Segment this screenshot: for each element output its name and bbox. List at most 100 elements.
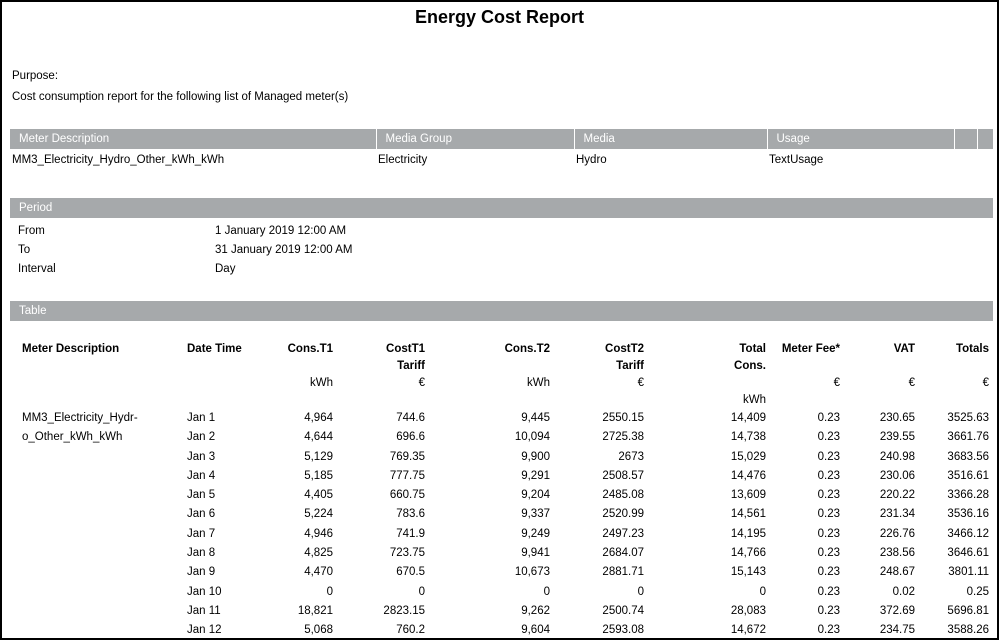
- column-header-cons_t2-unit: [429, 392, 554, 409]
- value-cell-cost_t1_tariff: 741.9: [337, 525, 429, 544]
- value-cell-totals: 3466.12: [919, 525, 993, 544]
- value-cell-totals: 5696.81: [919, 602, 993, 621]
- value-cell-cost_t1_tariff: 744.6: [337, 409, 429, 428]
- value-cell-cons_t2: 9,604: [429, 621, 554, 640]
- column-header-meter_description: [10, 358, 187, 375]
- column-header-total_cons-unit: kWh: [648, 392, 770, 409]
- column-header-cons_t1-unit: [257, 392, 337, 409]
- column-header-cost_t1_tariff-unit: [337, 392, 429, 409]
- date-cell: Jan 4: [187, 467, 257, 486]
- value-cell-totals: 3366.28: [919, 486, 993, 505]
- value-cell-totals: 3525.63: [919, 409, 993, 428]
- value-cell-cost_t1_tariff: 0: [337, 583, 429, 602]
- value-cell-meter_fee: 0.23: [770, 583, 844, 602]
- value-cell-total_cons: 14,409: [648, 409, 770, 428]
- report-page: Energy Cost Report Purpose: Cost consump…: [0, 0, 999, 640]
- value-cell-cons_t1: 0: [257, 583, 337, 602]
- column-header-meter_fee-unit: [770, 392, 844, 409]
- period-section: Period From 1 January 2019 12:00 AM To 3…: [10, 198, 993, 278]
- value-cell-cost_t2_tariff: 2673: [554, 448, 648, 467]
- value-cell-cost_t2_tariff: 2593.08: [554, 621, 648, 640]
- column-header-cons_t2-unit: kWh: [429, 375, 554, 392]
- data-table-header-line: Meter DescriptionDate TimeCons.T1CostT1C…: [10, 341, 993, 358]
- value-cell-cons_t1: 18,821: [257, 602, 337, 621]
- value-cell-total_cons: 14,672: [648, 621, 770, 640]
- column-header-total_cons: Total: [648, 341, 770, 358]
- purpose-block: Purpose: Cost consumption report for the…: [12, 66, 348, 107]
- value-cell-totals: 3661.76: [919, 428, 993, 447]
- value-cell-cons_t1: 4,405: [257, 486, 337, 505]
- to-value: 31 January 2019 12:00 AM: [215, 240, 993, 259]
- meter-description-column-header: Meter Description: [10, 129, 376, 149]
- column-header-meter_fee: Meter Fee*: [770, 341, 844, 358]
- data-table-body: MM3_Electricity_Hydr-o_Other_kWh_kWhJan …: [10, 409, 993, 640]
- value-cell-cost_t2_tariff: 2520.99: [554, 505, 648, 524]
- value-cell-vat: 234.75: [844, 621, 919, 640]
- value-cell-vat: 231.34: [844, 505, 919, 524]
- column-header-meter_fee-unit: €: [770, 375, 844, 392]
- meter-name-line: MM3_Electricity_Hydr-: [22, 409, 187, 428]
- value-cell-cost_t2_tariff: 2684.07: [554, 544, 648, 563]
- value-cell-meter_fee: 0.23: [770, 563, 844, 582]
- value-cell-vat: 239.55: [844, 428, 919, 447]
- value-cell-cons_t2: 9,262: [429, 602, 554, 621]
- value-cell-cons_t2: 0: [429, 583, 554, 602]
- value-cell-meter_fee: 0.23: [770, 467, 844, 486]
- data-table-header-line: kWh: [10, 392, 993, 409]
- value-cell-totals: 3801.11: [919, 563, 993, 582]
- value-cell-cons_t2: 10,094: [429, 428, 554, 447]
- table-row: MM3_Electricity_Hydr-o_Other_kWh_kWhJan …: [10, 409, 993, 428]
- value-cell-cost_t1_tariff: 777.75: [337, 467, 429, 486]
- column-header-date_time: Date Time: [187, 341, 257, 358]
- managed-meter-row: MM3_Electricity_Hydro_Other_kWh_kWh Elec…: [10, 149, 993, 171]
- from-label: From: [10, 221, 215, 240]
- value-cell-cost_t1_tariff: 660.75: [337, 486, 429, 505]
- column-header-totals-unit: [919, 392, 993, 409]
- period-row-to: To 31 January 2019 12:00 AM: [10, 240, 993, 259]
- column-header-vat-unit: €: [844, 375, 919, 392]
- date-cell: Jan 7: [187, 525, 257, 544]
- column-header-totals: [919, 358, 993, 375]
- media-value: Hydro: [574, 149, 767, 171]
- column-header-cons_t2: Cons.T2: [429, 341, 554, 358]
- value-cell-meter_fee: 0.23: [770, 486, 844, 505]
- value-cell-total_cons: 15,143: [648, 563, 770, 582]
- value-cell-cost_t2_tariff: 2500.74: [554, 602, 648, 621]
- period-row-from: From 1 January 2019 12:00 AM: [10, 221, 993, 240]
- value-cell-vat: 230.65: [844, 409, 919, 428]
- value-cell-cost_t2_tariff: 2497.23: [554, 525, 648, 544]
- value-cell-cost_t1_tariff: 670.5: [337, 563, 429, 582]
- value-cell-total_cons: 14,766: [648, 544, 770, 563]
- value-cell-totals: 0.25: [919, 583, 993, 602]
- meter-name-cell: MM3_Electricity_Hydr-o_Other_kWh_kWh: [10, 409, 187, 640]
- purpose-text: Cost consumption report for the followin…: [12, 87, 348, 108]
- managed-meters-header-row: Meter Description Media Group Media Usag…: [10, 129, 993, 149]
- column-header-cons_t1-unit: kWh: [257, 375, 337, 392]
- column-header-cost_t2_tariff: Tariff: [554, 358, 648, 375]
- column-header-cost_t1_tariff: CostT1: [337, 341, 429, 358]
- value-cell-cost_t1_tariff: 2823.15: [337, 602, 429, 621]
- value-cell-total_cons: 14,476: [648, 467, 770, 486]
- value-cell-cost_t1_tariff: 696.6: [337, 428, 429, 447]
- value-cell-totals: 3683.56: [919, 448, 993, 467]
- column-header-cost_t2_tariff-unit: €: [554, 375, 648, 392]
- column-header-cost_t1_tariff-unit: €: [337, 375, 429, 392]
- column-header-cost_t1_tariff: Tariff: [337, 358, 429, 375]
- column-header-meter_description: Meter Description: [10, 341, 187, 358]
- date-cell: Jan 10: [187, 583, 257, 602]
- value-cell-totals: 3516.61: [919, 467, 993, 486]
- value-cell-meter_fee: 0.23: [770, 621, 844, 640]
- meter-name-line: o_Other_kWh_kWh: [22, 428, 187, 447]
- from-value: 1 January 2019 12:00 AM: [215, 221, 993, 240]
- column-header-date_time-unit: [187, 375, 257, 392]
- value-cell-vat: 248.67: [844, 563, 919, 582]
- value-cell-vat: 240.98: [844, 448, 919, 467]
- to-label: To: [10, 240, 215, 259]
- value-cell-cost_t2_tariff: 0: [554, 583, 648, 602]
- value-cell-cost_t2_tariff: 2881.71: [554, 563, 648, 582]
- header-spacer-cell: [954, 129, 977, 149]
- date-cell: Jan 9: [187, 563, 257, 582]
- period-section-header: Period: [10, 198, 993, 218]
- value-cell-cost_t2_tariff: 2508.57: [554, 467, 648, 486]
- value-cell-cons_t1: 4,964: [257, 409, 337, 428]
